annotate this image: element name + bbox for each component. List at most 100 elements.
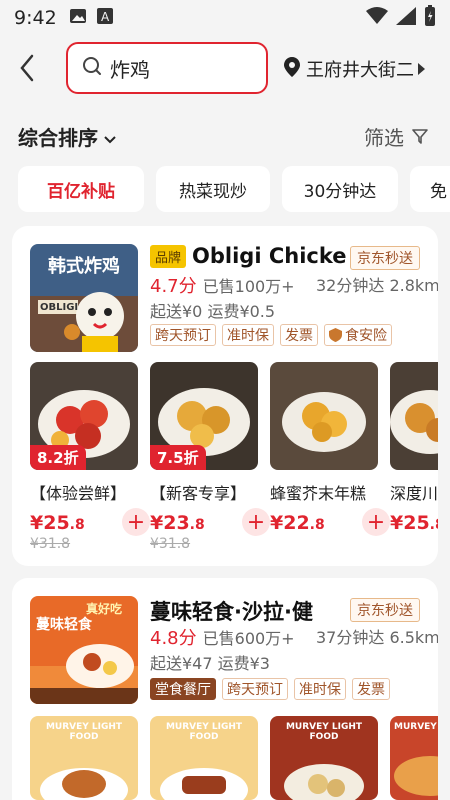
price-int: ¥25 [30,512,70,534]
store-card[interactable]: 蔓味轻食 真好吃 蔓味轻食·沙拉·健 京东秒送 4.8分 已售600万+ 37分钟… [12,578,438,800]
price-int: ¥25 [390,512,430,534]
price-dec: .8 [189,517,205,533]
chip-30min[interactable]: 30分钟达 [282,166,398,212]
sort-label: 综合排序 [18,126,98,150]
store-logo-sub: OBLIGI [40,302,79,313]
store-eta: 32分钟达 2.8km [316,276,438,295]
text-a-icon: A [96,8,113,28]
caret-right-icon [418,59,426,80]
store-name: 蔓味轻食·沙拉·健 [150,600,313,624]
store-card[interactable]: 韩式炸鸡 OBLIGI 品牌 Obligi Chicke 京东秒送 4.7分 已售… [12,226,438,566]
dish-item[interactable]: MURVEY LIGHT FOOD [30,716,138,800]
dish-old-price: ¥31.8 [150,536,191,552]
price-dec: .8 [429,517,438,533]
dish-name: 蜂蜜芥末年糕 [270,484,367,503]
store-rating-row: 4.7分 已售100万+ 32分钟达 2.8km [150,272,438,297]
tag: 发票 [352,678,390,700]
store-sold: 已售100万+ [202,277,295,296]
image-icon [69,8,87,28]
price-dec: .8 [69,517,85,533]
dish-image: MURVEY LIGHT FOOD [270,716,378,800]
dish-image: MURVEY LIGHT FOOD [150,716,258,800]
store-eta: 37分钟达 6.5km [316,628,438,647]
dish-name: 【体验尝鲜】 [30,484,127,503]
search-query: 炸鸡 [110,57,150,82]
store-tags: 跨天预订 准时保 发票 食安险 [150,324,392,346]
store-logo-text: 蔓味轻食 [36,617,92,633]
filter-funnel-icon [412,125,428,149]
add-to-cart-button[interactable]: + [122,508,150,536]
tag-dine-in: 堂食餐厅 [150,678,216,700]
search-header: 炸鸡 王府井大街二 [0,36,450,102]
status-time: 9:42 [14,7,57,29]
location-selector[interactable]: 王府井大街二 [284,56,426,82]
discount-badge: 8.2折 [30,445,86,470]
jd-express-tag: 京东秒送 [350,246,420,270]
tag: 准时保 [294,678,346,700]
dish-banner: MURVEY LIGHT FOOD [165,722,243,742]
dish-banner: MURVEY LIGHT FOOD [394,722,438,732]
tag: 跨天预订 [150,324,216,346]
store-logo-text: 韩式炸鸡 [48,256,120,277]
dish-item[interactable]: MURVEY LIGHT FOOD [270,716,378,800]
status-bar: 9:42 A [0,0,450,36]
store-name-row: 蔓味轻食·沙拉·健 [150,596,313,626]
dish-image: MURVEY LIGHT FOOD [390,716,438,800]
filter-button[interactable]: 筛选 [364,122,428,151]
dish-name: 深度川 [390,484,438,503]
brand-badge: 品牌 [150,244,187,268]
store-rating-row: 4.8分 已售600万+ 37分钟达 6.5km [150,624,438,649]
category-chips: 百亿补贴 热菜现炒 30分钟达 免 [18,166,450,212]
store-logo: 韩式炸鸡 OBLIGI [30,244,138,352]
store-fees: 起送¥47 运费¥3 [150,654,270,673]
store-fees: 起送¥0 运费¥0.5 [150,302,276,321]
store-score: 4.7分 [150,276,197,297]
dish-image [390,362,438,470]
sort-dropdown[interactable]: 综合排序 [18,122,116,151]
search-input[interactable]: 炸鸡 [66,42,268,94]
battery-icon [424,5,436,31]
dish-banner: MURVEY LIGHT FOOD [45,722,123,742]
price-int: ¥23 [150,512,190,534]
dish-image: 8.2折 [30,362,138,470]
dish-old-price: ¥31.8 [30,536,71,552]
price-int: ¥22 [270,512,310,534]
wifi-icon [366,7,388,29]
signal-icon [396,7,416,29]
dish-item[interactable]: MURVEY LIGHT FOOD [390,716,438,800]
sort-bar: 综合排序 筛选 [0,110,450,160]
store-name: Obligi Chicke [192,244,347,268]
dish-list: 8.2折 【体验尝鲜】 ¥25.8 ¥31.8 + 7.5折 【新客专享】 ¥2… [30,362,438,562]
tag-label: 食安险 [345,328,387,344]
dish-image [270,362,378,470]
chip-subsidy[interactable]: 百亿补贴 [18,166,144,212]
store-sold: 已售600万+ [202,629,295,648]
plus-icon: + [246,509,266,535]
location-pin-icon [284,56,300,82]
dish-item[interactable]: MURVEY LIGHT FOOD [150,716,258,800]
back-button[interactable] [14,52,42,84]
chip-hot-dishes[interactable]: 热菜现炒 [156,166,270,212]
dish-price: ¥25.8 [390,512,438,534]
store-score: 4.8分 [150,628,197,649]
dish-item[interactable]: 蜂蜜芥末年糕 ¥22.8 [270,362,378,534]
tag: 发票 [280,324,318,346]
dish-image: MURVEY LIGHT FOOD [30,716,138,800]
store-name-row: 品牌 Obligi Chicke [150,244,347,268]
tag: 跨天预订 [222,678,288,700]
store-logo: 蔓味轻食 真好吃 [30,596,138,704]
add-to-cart-button[interactable]: + [362,508,390,536]
location-label: 王府井大街二 [306,60,414,81]
add-to-cart-button[interactable]: + [242,508,270,536]
dish-item[interactable]: 深度川 ¥25.8 [390,362,438,534]
jd-express-tag: 京东秒送 [350,598,420,622]
store-logo-sub: 真好吃 [86,602,123,616]
chevron-down-icon [104,125,116,149]
chip-free[interactable]: 免 [410,166,450,212]
chevron-left-icon [20,54,34,82]
dish-banner: MURVEY LIGHT FOOD [285,722,363,742]
price-dec: .8 [309,517,325,533]
dish-list: MURVEY LIGHT FOOD MURVEY LIGHT FOOD MURV… [30,716,438,800]
plus-icon: + [126,509,146,535]
dish-image: 7.5折 [150,362,258,470]
